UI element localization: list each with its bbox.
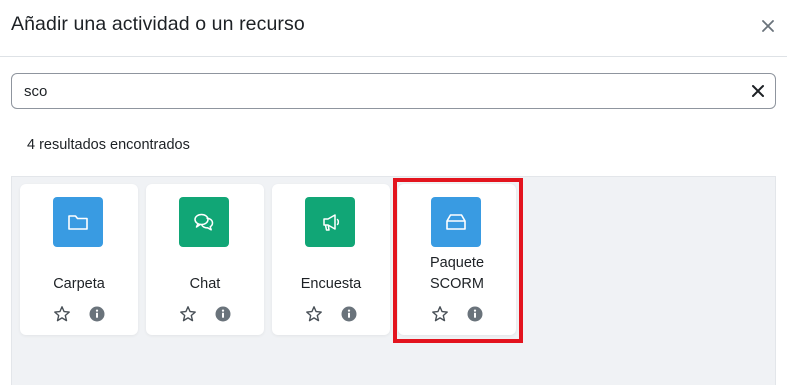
activity-card-carpeta[interactable]: Carpeta xyxy=(20,184,138,335)
activity-label: Encuesta xyxy=(300,276,362,292)
activity-label: Chat xyxy=(189,276,221,292)
results-count: 4 resultados encontrados xyxy=(27,137,190,153)
chat-icon xyxy=(179,197,229,247)
activity-card-chat[interactable]: Chat xyxy=(146,184,264,335)
activity-card-encuesta[interactable]: Encuesta xyxy=(272,184,390,335)
search-box xyxy=(11,73,776,109)
info-icon[interactable] xyxy=(341,306,357,322)
modal-title: Añadir una actividad o un recurso xyxy=(11,13,305,35)
activity-label: Carpeta xyxy=(53,276,105,292)
search-input[interactable] xyxy=(12,74,742,108)
activity-card-paquete-scorm[interactable]: Paquete SCORM xyxy=(398,184,516,335)
activity-label: Paquete SCORM xyxy=(398,253,516,295)
activity-label-line1: Paquete xyxy=(429,255,485,271)
info-icon[interactable] xyxy=(467,306,483,322)
modal-header: Añadir una actividad o un recurso xyxy=(0,0,787,57)
close-button[interactable] xyxy=(757,15,779,37)
clear-search-button[interactable] xyxy=(749,82,767,100)
package-icon xyxy=(431,197,481,247)
info-icon[interactable] xyxy=(89,306,105,322)
close-icon xyxy=(762,20,774,32)
info-icon[interactable] xyxy=(215,306,231,322)
clear-icon xyxy=(752,85,764,97)
star-icon[interactable] xyxy=(53,305,71,323)
folder-icon xyxy=(53,197,103,247)
activity-label-line2: SCORM xyxy=(430,276,484,292)
star-icon[interactable] xyxy=(431,305,449,323)
star-icon[interactable] xyxy=(179,305,197,323)
megaphone-icon xyxy=(305,197,355,247)
star-icon[interactable] xyxy=(305,305,323,323)
